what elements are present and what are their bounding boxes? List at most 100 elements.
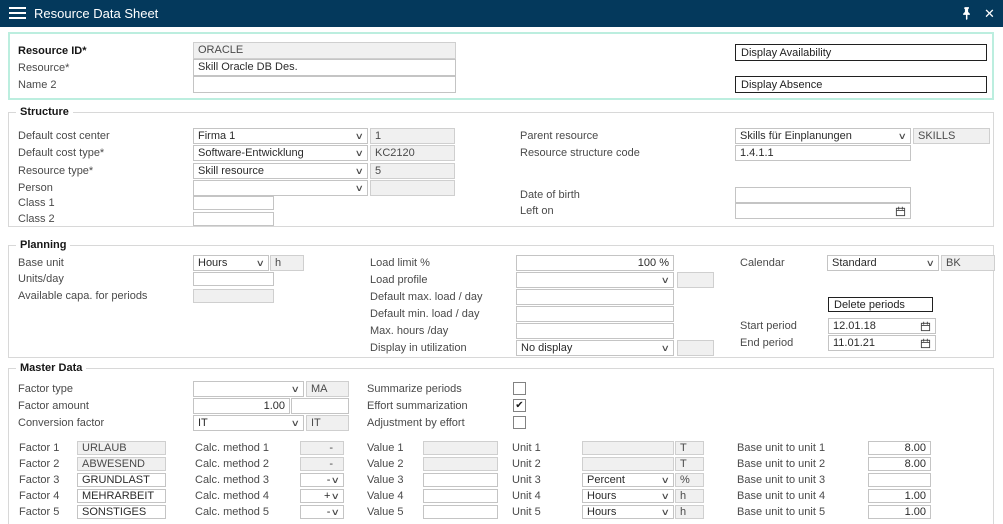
unit-4-code: h	[675, 489, 704, 503]
resource-id-label: Resource ID*	[18, 45, 86, 58]
selected-value: Standard	[832, 256, 925, 270]
selected-value: Percent	[587, 474, 660, 486]
end-period-field[interactable]: 11.01.21	[828, 335, 936, 351]
base-unit-to-unit-5-field[interactable]: 1.00	[868, 505, 931, 519]
calendar-label: Calendar	[740, 257, 785, 270]
base-unit-to-unit-5-label: Base unit to unit 5	[737, 506, 825, 519]
factor-type-select[interactable]: ∨	[193, 381, 304, 397]
calc-method-3-select[interactable]: - ∨	[300, 473, 344, 487]
factor-amount-extra-field[interactable]	[291, 398, 349, 414]
factor-amount-field[interactable]: 1.00	[193, 398, 290, 414]
chevron-down-icon: ∨	[355, 146, 364, 160]
unit-3-select[interactable]: Percent ∨	[582, 473, 674, 487]
resource-name-label: Resource*	[18, 62, 69, 75]
factor-3-field[interactable]: GRUNDLAST	[77, 473, 166, 487]
display-absence-button[interactable]: Display Absence	[735, 76, 987, 93]
calendar-select[interactable]: Standard ∨	[827, 255, 939, 271]
class1-field[interactable]	[193, 196, 274, 210]
selected-value: Hours	[198, 256, 255, 270]
factor-amount-label: Factor amount	[18, 400, 89, 413]
units-day-label: Units/day	[18, 273, 64, 286]
load-limit-label: Load limit %	[370, 257, 430, 270]
person-select[interactable]: ∨	[193, 180, 368, 196]
class2-field[interactable]	[193, 212, 274, 226]
available-capa-label: Available capa. for periods	[18, 290, 147, 303]
load-limit-field[interactable]: 100 %	[516, 255, 674, 271]
planning-legend: Planning	[16, 239, 70, 252]
calendar-icon[interactable]	[920, 321, 931, 332]
value-1-label: Value 1	[367, 442, 404, 455]
base-unit-to-unit-3-field[interactable]	[868, 473, 931, 487]
load-profile-select[interactable]: ∨	[516, 272, 674, 288]
value-4-field[interactable]	[423, 489, 498, 503]
adjustment-by-effort-checkbox[interactable]	[513, 416, 526, 429]
display-in-utilization-select[interactable]: No display ∨	[516, 340, 674, 356]
base-unit-to-unit-4-field[interactable]: 1.00	[868, 489, 931, 503]
value-3-field[interactable]	[423, 473, 498, 487]
name2-field[interactable]	[193, 76, 456, 93]
value-1-field	[423, 441, 498, 455]
resource-structure-code-label: Resource structure code	[520, 147, 640, 160]
default-min-load-field[interactable]	[516, 306, 674, 322]
default-cost-center-select[interactable]: Firma 1 ∨	[193, 128, 368, 144]
default-max-load-field[interactable]	[516, 289, 674, 305]
value-3-label: Value 3	[367, 474, 404, 487]
window-title: Resource Data Sheet	[34, 6, 158, 21]
base-unit-select[interactable]: Hours ∨	[193, 255, 269, 271]
delete-periods-button[interactable]: Delete periods	[828, 297, 933, 312]
factor-4-field[interactable]: MEHRARBEIT	[77, 489, 166, 503]
unit-2-label: Unit 2	[512, 458, 541, 471]
calc-method-2-label: Calc. method 2	[195, 458, 269, 471]
unit-2-code: T	[675, 457, 704, 471]
start-period-field[interactable]: 12.01.18	[828, 318, 936, 334]
class1-label: Class 1	[18, 197, 55, 210]
units-day-field[interactable]	[193, 272, 274, 286]
left-on-field[interactable]	[735, 203, 911, 219]
unit-5-code: h	[675, 505, 704, 519]
title-bar: Resource Data Sheet ✕	[0, 0, 1003, 27]
base-unit-to-unit-1-field[interactable]: 8.00	[868, 441, 931, 455]
calc-method-4-select[interactable]: + ∨	[300, 489, 344, 503]
selected-value: -	[305, 474, 330, 486]
selected-value: Skill resource	[198, 164, 354, 178]
max-hours-day-label: Max. hours /day	[370, 325, 448, 338]
name2-label: Name 2	[18, 79, 57, 92]
calc-method-5-select[interactable]: - ∨	[300, 505, 344, 519]
parent-resource-label: Parent resource	[520, 130, 598, 143]
default-max-load-label: Default max. load / day	[370, 291, 483, 304]
max-hours-day-field[interactable]	[516, 323, 674, 339]
resource-structure-code-field[interactable]: 1.4.1.1	[735, 145, 911, 161]
display-availability-button[interactable]: Display Availability	[735, 44, 987, 61]
hamburger-menu-icon[interactable]	[9, 7, 26, 20]
unit-1-field	[582, 441, 674, 455]
default-cost-type-select[interactable]: Software-Entwicklung ∨	[193, 145, 368, 161]
conversion-factor-select[interactable]: IT ∨	[193, 415, 304, 431]
factor-5-field[interactable]: SONSTIGES	[77, 505, 166, 519]
summarize-periods-checkbox[interactable]	[513, 382, 526, 395]
left-on-label: Left on	[520, 205, 554, 218]
resource-type-select[interactable]: Skill resource ∨	[193, 163, 368, 179]
parent-resource-select[interactable]: Skills für Einplanungen ∨	[735, 128, 911, 144]
base-unit-to-unit-3-label: Base unit to unit 3	[737, 474, 825, 487]
load-profile-code	[677, 272, 714, 288]
factor-2-field: ABWESEND	[77, 457, 166, 471]
unit-4-select[interactable]: Hours ∨	[582, 489, 674, 503]
unit-5-select[interactable]: Hours ∨	[582, 505, 674, 519]
close-icon[interactable]: ✕	[984, 5, 995, 22]
factor-1-label: Factor 1	[19, 442, 59, 455]
value-5-field[interactable]	[423, 505, 498, 519]
calc-method-2-field: -	[300, 457, 344, 471]
chevron-down-icon: ∨	[355, 164, 364, 178]
calendar-icon[interactable]	[920, 338, 931, 349]
effort-summarization-checkbox[interactable]: ✔	[513, 399, 526, 412]
resource-name-field[interactable]: Skill Oracle DB Des.	[193, 59, 456, 76]
calendar-icon[interactable]	[895, 206, 906, 217]
base-unit-to-unit-2-field[interactable]: 8.00	[868, 457, 931, 471]
display-in-utilization-label: Display in utilization	[370, 342, 467, 355]
resource-id-field: ORACLE	[193, 42, 456, 59]
selected-value: Firma 1	[198, 129, 354, 143]
pin-icon[interactable]	[959, 5, 974, 26]
date-of-birth-field[interactable]	[735, 187, 911, 203]
base-unit-label: Base unit	[18, 257, 64, 270]
calc-method-1-label: Calc. method 1	[195, 442, 269, 455]
